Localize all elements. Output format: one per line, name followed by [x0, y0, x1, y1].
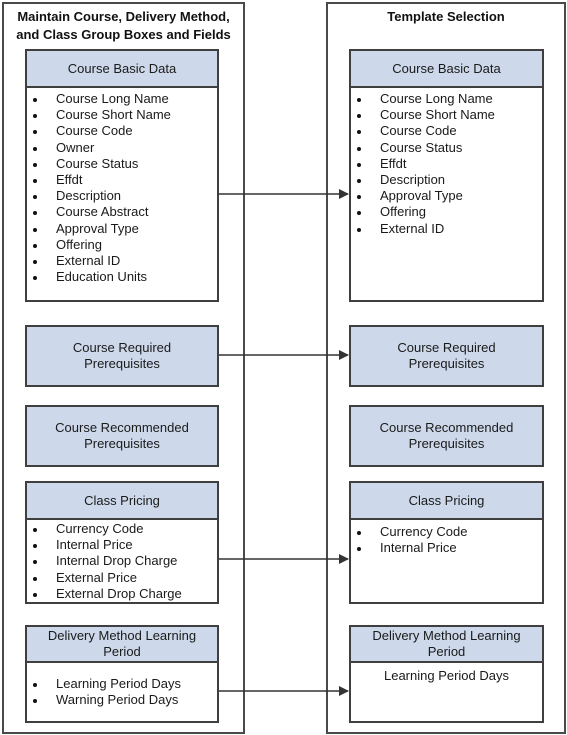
field-item: Internal Drop Charge: [27, 553, 217, 569]
header-line: Course Recommended: [55, 420, 189, 435]
field-item: Course Code: [27, 123, 217, 139]
left-class-pricing-box: Class Pricing Currency Code Internal Pri…: [25, 481, 219, 604]
left-course-basic-data-header: Course Basic Data: [27, 51, 217, 88]
left-panel-title-line2: and Class Group Boxes and Fields: [16, 27, 231, 42]
field-item: External ID: [27, 253, 217, 269]
field-item: Education Units: [27, 269, 217, 285]
field-item: Currency Code: [351, 524, 542, 540]
left-course-required-prereq-header: Course Required Prerequisites: [27, 327, 217, 385]
field-item: Internal Price: [351, 540, 542, 556]
left-course-required-prereq-box: Course Required Prerequisites: [25, 325, 219, 387]
right-course-basic-data-box: Course Basic Data Course Long Name Cours…: [349, 49, 544, 302]
field-item: Effdt: [351, 156, 542, 172]
header-line: Delivery Method Learning: [47, 628, 197, 643]
field-item: Course Long Name: [27, 91, 217, 107]
field-item: Course Abstract: [27, 204, 217, 220]
left-panel-title: Maintain Course, Delivery Method, and Cl…: [4, 8, 243, 44]
right-course-basic-data-header: Course Basic Data: [351, 51, 542, 88]
right-class-pricing-header: Class Pricing: [351, 483, 542, 520]
field-item: External ID: [351, 221, 542, 237]
field-item: Warning Period Days: [27, 692, 217, 708]
field-item: Course Code: [351, 123, 542, 139]
header-line: Course Recommended: [379, 420, 514, 435]
field-item: Course Long Name: [351, 91, 542, 107]
field-item: External Price: [27, 570, 217, 586]
field-item: Course Short Name: [351, 107, 542, 123]
right-course-basic-data-fields: Course Long Name Course Short Name Cours…: [351, 88, 542, 237]
left-course-recommended-prereq-header: Course Recommended Prerequisites: [27, 407, 217, 465]
field-item: Description: [27, 188, 217, 204]
field-item: Approval Type: [351, 188, 542, 204]
field-item: Offering: [27, 237, 217, 253]
field-item: Course Status: [27, 156, 217, 172]
right-panel-title: Template Selection: [387, 9, 505, 24]
header-line: Prerequisites: [84, 436, 160, 451]
field-item: Offering: [351, 204, 542, 220]
left-panel-title-line1: Maintain Course, Delivery Method,: [17, 9, 230, 24]
left-delivery-method-fields: Learning Period Days Warning Period Days: [27, 663, 217, 708]
right-course-required-prereq-header: Course Required Prerequisites: [351, 327, 542, 385]
field-item: Owner: [27, 140, 217, 156]
left-course-recommended-prereq-box: Course Recommended Prerequisites: [25, 405, 219, 467]
field-item: External Drop Charge: [27, 586, 217, 602]
field-item: Effdt: [27, 172, 217, 188]
right-class-pricing-fields: Currency Code Internal Price: [351, 520, 542, 556]
header-line: Course Required: [72, 340, 172, 355]
left-delivery-method-box: Delivery Method Learning Period Learning…: [25, 625, 219, 723]
field-item: Learning Period Days: [27, 676, 217, 692]
field-item: Course Short Name: [27, 107, 217, 123]
header-line: Period: [427, 644, 466, 659]
left-delivery-method-header: Delivery Method Learning Period: [27, 627, 217, 663]
header-line: Course Required: [397, 340, 496, 355]
left-course-basic-data-box: Course Basic Data Course Long Name Cours…: [25, 49, 219, 302]
right-course-recommended-prereq-header: Course Recommended Prerequisites: [351, 407, 542, 465]
header-line: Delivery Method Learning: [372, 628, 521, 643]
header-line: Prerequisites: [84, 356, 160, 371]
right-class-pricing-box: Class Pricing Currency Code Internal Pri…: [349, 481, 544, 604]
header-line: Period: [103, 644, 141, 659]
field-item: Internal Price: [27, 537, 217, 553]
header-line: Prerequisites: [408, 436, 485, 451]
field-item: Description: [351, 172, 542, 188]
left-course-basic-data-fields: Course Long Name Course Short Name Cours…: [27, 88, 217, 285]
right-course-required-prereq-box: Course Required Prerequisites: [349, 325, 544, 387]
field-item: Currency Code: [27, 521, 217, 537]
right-delivery-method-header: Delivery Method Learning Period: [351, 627, 542, 663]
left-class-pricing-fields: Currency Code Internal Price Internal Dr…: [27, 520, 217, 602]
field-item: Approval Type: [27, 221, 217, 237]
right-course-recommended-prereq-box: Course Recommended Prerequisites: [349, 405, 544, 467]
field-item: Course Status: [351, 140, 542, 156]
left-class-pricing-header: Class Pricing: [27, 483, 217, 520]
right-delivery-method-field: Learning Period Days: [383, 668, 510, 683]
right-delivery-method-box: Delivery Method Learning Period Learning…: [349, 625, 544, 723]
header-line: Prerequisites: [408, 356, 485, 371]
